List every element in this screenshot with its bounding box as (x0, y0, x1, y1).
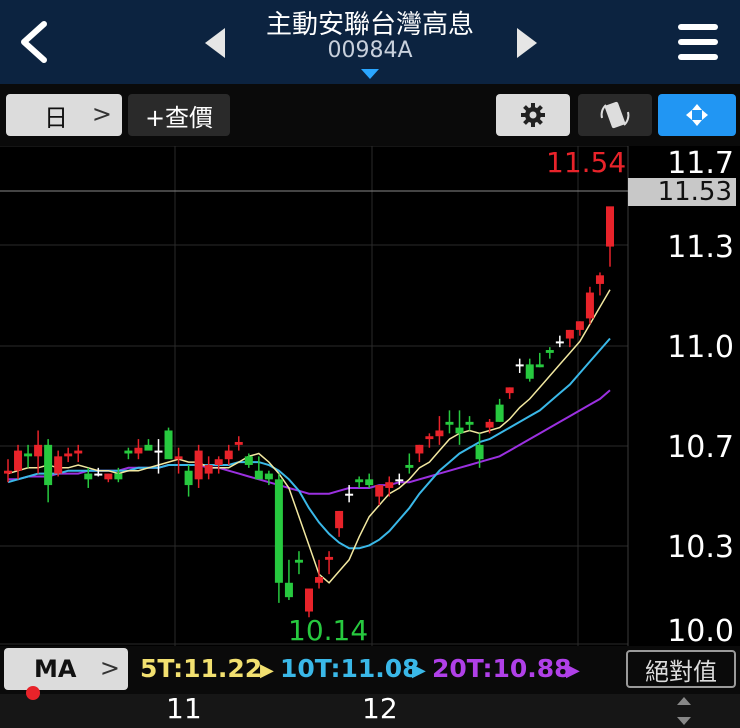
candle (214, 456, 223, 474)
candle (184, 464, 193, 497)
candle (294, 551, 303, 575)
candle (515, 358, 524, 374)
candle (134, 439, 143, 460)
stock-title: 主動安聯台灣高息 (265, 10, 474, 40)
low-price-label: 10.14 (288, 614, 369, 647)
rotate-button[interactable] (578, 94, 652, 136)
price-chart[interactable]: 11.7 11.3 11.0 10.7 10.3 10.0 (0, 145, 740, 649)
candle (335, 510, 344, 537)
menu-icon[interactable] (676, 22, 720, 62)
candle (234, 436, 243, 451)
back-icon[interactable] (16, 20, 52, 64)
y-tick-label: 11.3 (667, 230, 734, 265)
period-selector-button[interactable]: 日 > (6, 94, 122, 136)
y-tick-label: 10.7 (667, 430, 734, 465)
absolute-value-button[interactable]: 絕對值 (626, 650, 736, 688)
candle (405, 453, 414, 474)
chart-toolbar: 日 > +查價 (0, 84, 740, 146)
candle (74, 444, 83, 463)
quote-button[interactable]: +查價 (128, 94, 230, 136)
current-price-badge: 11.53 (628, 178, 736, 206)
y-tick-label: 11.0 (667, 330, 734, 365)
fullscreen-button[interactable] (658, 94, 736, 136)
candle (545, 347, 554, 359)
candle (204, 456, 213, 480)
candle (284, 559, 293, 601)
candle (305, 588, 313, 618)
ma20-flag-icon: ▶ (566, 660, 580, 681)
candle (104, 473, 113, 483)
indicator-bar: MA > 5T:11.22 ▶ 10T:11.08 ▶ 20T:10.88 ▶ … (0, 646, 740, 694)
candle (415, 444, 424, 463)
candle (565, 329, 574, 348)
y-tick-label: 11.7 (667, 146, 734, 181)
x-tick-label: 11 (166, 692, 202, 725)
rotate-icon (600, 101, 630, 129)
candle (325, 551, 334, 575)
candle (445, 410, 454, 434)
candle (224, 444, 233, 465)
candle (465, 416, 474, 431)
candle (595, 272, 604, 296)
scroll-handle-icon[interactable] (674, 694, 694, 728)
candle (606, 206, 614, 267)
y-tick-label: 10.3 (667, 530, 734, 565)
stock-code: 00984A (327, 38, 413, 63)
candle (435, 416, 444, 445)
ma-label: MA (34, 655, 77, 683)
candle (144, 439, 153, 451)
dropdown-caret-icon[interactable] (361, 69, 379, 79)
candle (24, 444, 33, 468)
ma20-line (8, 389, 611, 495)
candle (194, 444, 203, 488)
y-tick-label: 10.0 (667, 614, 734, 649)
notification-dot (26, 686, 40, 700)
candle (495, 398, 504, 422)
period-label: 日 (44, 103, 68, 132)
next-stock-icon[interactable] (513, 26, 539, 60)
candle (164, 427, 173, 460)
fullscreen-icon (686, 104, 708, 126)
settings-button[interactable] (496, 94, 570, 136)
candle (535, 352, 544, 368)
chevron-right-icon: > (99, 654, 120, 682)
ma5-flag-icon: ▶ (260, 660, 274, 681)
high-price-label: 11.54 (546, 146, 627, 179)
candle (575, 321, 584, 336)
x-axis: 11 12 (0, 692, 740, 728)
candle (385, 476, 394, 497)
candle (274, 473, 283, 603)
candle (54, 450, 63, 477)
candle (64, 447, 73, 463)
gear-icon (521, 103, 545, 127)
candle (505, 387, 514, 399)
ma5-value: 5T:11.22 (140, 654, 263, 683)
ma5-line (7, 289, 611, 584)
candle (44, 439, 53, 503)
candle (124, 447, 133, 460)
candle (14, 444, 23, 480)
candle (455, 410, 464, 445)
chevron-right-icon: > (91, 100, 112, 128)
ma10-flag-icon: ▶ (412, 660, 426, 681)
candle (555, 335, 564, 348)
x-tick-label: 12 (362, 692, 398, 725)
ma20-value: 20T:10.88 (432, 654, 572, 683)
ma-selector-button[interactable]: MA > (4, 648, 128, 690)
candle (355, 476, 364, 488)
candlestick-chart (0, 145, 629, 646)
app-header: 主動安聯台灣高息 00984A (0, 0, 740, 84)
ma10-value: 10T:11.08 (280, 654, 420, 683)
candle (525, 358, 534, 382)
candle (254, 456, 263, 480)
